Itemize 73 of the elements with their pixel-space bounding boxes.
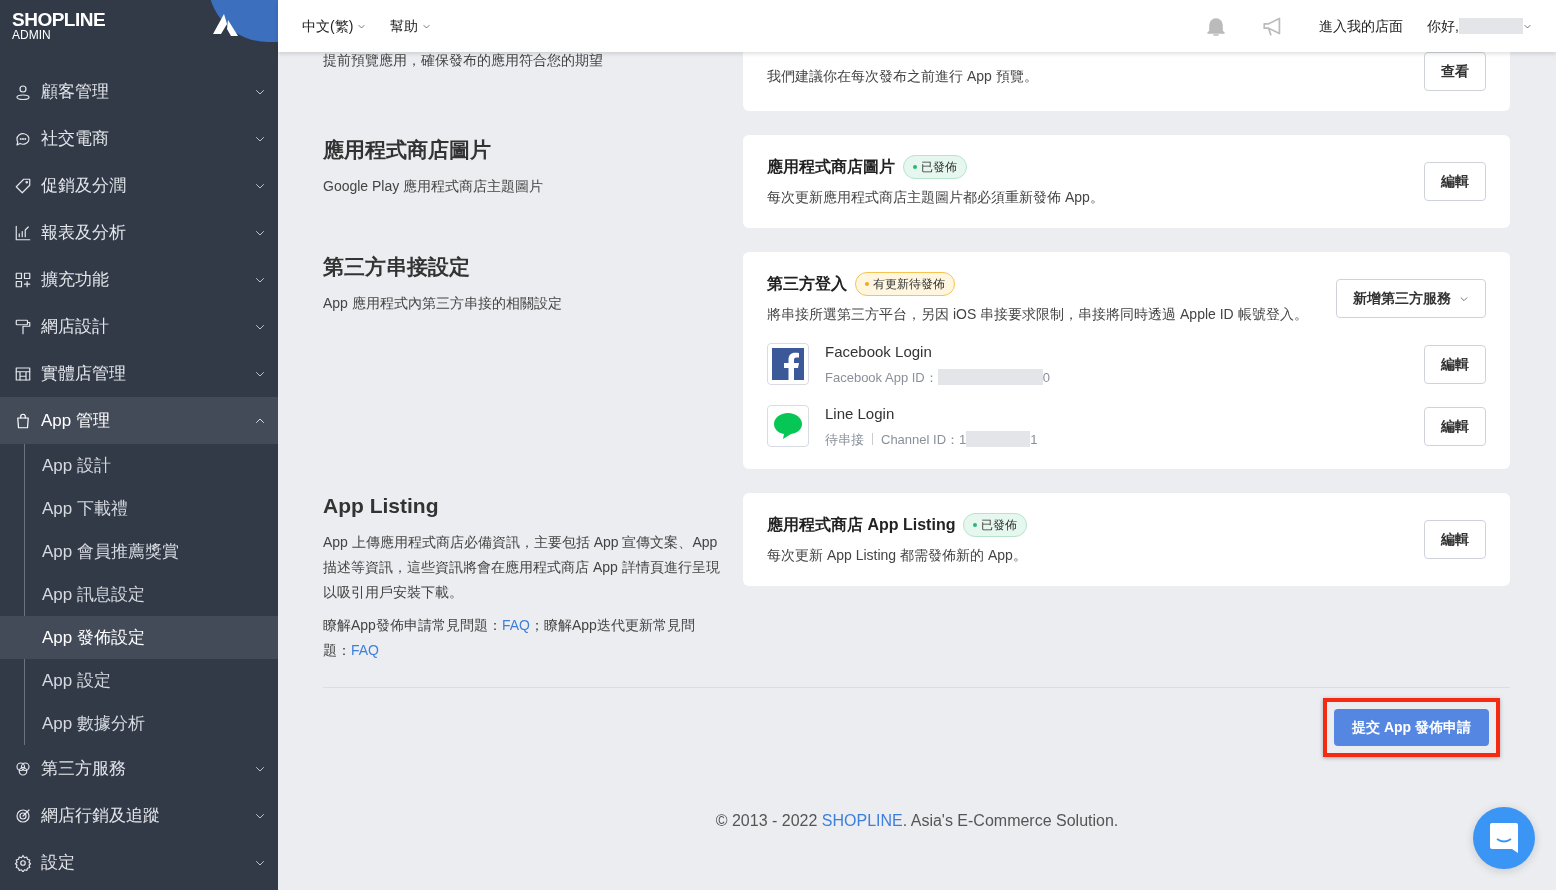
card-description: 每次更新應用程式商店主題圖片都必須重新發佈 App。 xyxy=(767,188,1105,207)
section-description: App 應用程式內第三方串接的相關設定 xyxy=(323,294,563,314)
store-link[interactable]: 進入我的店面 xyxy=(1319,15,1404,37)
login-id-label: Channel ID：1 xyxy=(881,430,967,449)
submenu-item[interactable]: App 設計 xyxy=(0,444,278,487)
preview-button[interactable]: 查看 xyxy=(1424,52,1486,91)
section-description: 提前預覽應用，確保發布的應用符合您的期望 xyxy=(323,52,604,70)
card-description: 每次更新 App Listing 都需發佈新的 App。 xyxy=(767,546,1028,565)
language-menu[interactable]: 中文(繁) xyxy=(302,15,367,37)
card-title: 應用程式商店圖片 xyxy=(767,157,895,177)
section-description: App 上傳應用程式商店必備資訊，主要包括 App 宣傳文案、App 描述等資訊，這些資訊將會在應用程式商店 App 詳情頁進行呈現以吸引用戶安裝下載。 xyxy=(323,533,721,603)
status-badge: 已發佈 xyxy=(963,513,1028,537)
sidebar-item[interactable]: 促銷及分潤 xyxy=(0,162,278,209)
card-title: 第三方登入 xyxy=(767,274,847,294)
section-title: 應用程式商店圖片 xyxy=(323,137,492,163)
add-service-dropdown[interactable]: 新增第三方服務 xyxy=(1336,279,1486,318)
greeting-text: 你好, xyxy=(1427,16,1459,36)
submenu-item[interactable]: App 設定 xyxy=(0,659,278,702)
submit-button[interactable]: 提交 App 發佈申請 xyxy=(1334,709,1489,747)
paint-roller-icon xyxy=(14,317,32,336)
user-icon xyxy=(14,82,32,101)
login-id-label: Facebook App ID： xyxy=(825,368,938,387)
card-description: 將串接所選第三方平台，另因 iOS 串接要求限制，串接將同時透過 Apple ID 帳號登入。 xyxy=(767,305,1309,324)
sidebar-item[interactable]: 網店行銷及追蹤 xyxy=(0,792,278,839)
gear-icon xyxy=(14,853,32,872)
sidebar-item[interactable]: 網店設計 xyxy=(0,303,278,350)
tag-icon xyxy=(14,176,32,195)
login-name: Line Login xyxy=(825,404,896,424)
brand-logo: SHOPLINE xyxy=(12,10,107,29)
sidebar-item[interactable]: 第三方服務 xyxy=(0,745,278,792)
sidebar-item[interactable]: 實體店管理 xyxy=(0,350,278,397)
store-icon xyxy=(14,364,32,383)
help-menu[interactable]: 幫助 xyxy=(390,15,432,37)
footer-text: © 2013 - 2022 SHOPLINE. Asia's E-Commerce Solution. xyxy=(714,811,1120,832)
submenu-item[interactable]: App 會員推薦獎賞 xyxy=(0,530,278,573)
line-logo xyxy=(767,405,809,447)
chat-icon xyxy=(1488,821,1520,855)
faq-text: 瞭解App發佈申請常見問題：FAQ；瞭解App迭代更新常見問題：FAQ xyxy=(323,616,696,661)
chart-icon xyxy=(14,223,32,242)
section-title: 第三方串接設定 xyxy=(323,254,471,280)
sidebar-item[interactable]: 設定 xyxy=(0,839,278,886)
submenu-item[interactable]: App 下載禮 xyxy=(0,487,278,530)
login-id-end: 0 xyxy=(1042,368,1050,387)
sidebar-item[interactable]: 報表及分析 xyxy=(0,209,278,256)
sidebar-item[interactable]: App 管理 xyxy=(0,397,278,444)
submenu-item[interactable]: App 數據分析 xyxy=(0,702,278,745)
status-badge: 有更新待發佈 xyxy=(855,272,955,296)
circles-icon xyxy=(14,759,32,778)
section-description: Google Play 應用程式商店主題圖片 xyxy=(323,177,545,197)
edit-button[interactable]: 編輯 xyxy=(1424,406,1486,446)
shopping-bag-icon xyxy=(14,411,32,430)
sidebar-item[interactable]: 社交電商 xyxy=(0,115,278,162)
login-name: Facebook Login xyxy=(825,342,933,362)
section-title: App Listing xyxy=(323,493,440,519)
facebook-logo xyxy=(767,343,809,385)
status-badge: 已發佈 xyxy=(903,155,967,179)
grid-icon xyxy=(14,270,32,289)
login-id-end: 1 xyxy=(1030,430,1038,449)
card-description: 我們建議你在每次發布之前進行 App 預覽。 xyxy=(767,67,1039,86)
submenu-item[interactable]: App 訊息設定 xyxy=(0,573,278,616)
edit-button[interactable]: 編輯 xyxy=(1424,344,1486,384)
target-icon xyxy=(14,806,32,825)
edit-button[interactable]: 編輯 xyxy=(1424,520,1486,559)
edit-button[interactable]: 編輯 xyxy=(1424,162,1486,201)
sidebar-item[interactable]: 擴充功能 xyxy=(0,256,278,303)
redacted-id xyxy=(966,431,1031,448)
card-title: 應用程式商店 App Listing xyxy=(767,515,956,535)
sidebar-item[interactable]: 顧客管理 xyxy=(0,68,278,115)
brand-subtitle: ADMIN xyxy=(12,29,52,41)
redacted-name xyxy=(1459,18,1523,34)
connection-status: 待串接 xyxy=(825,430,864,449)
submenu-item[interactable]: App 發佈設定 xyxy=(0,616,278,659)
chat-button[interactable] xyxy=(1473,807,1535,869)
